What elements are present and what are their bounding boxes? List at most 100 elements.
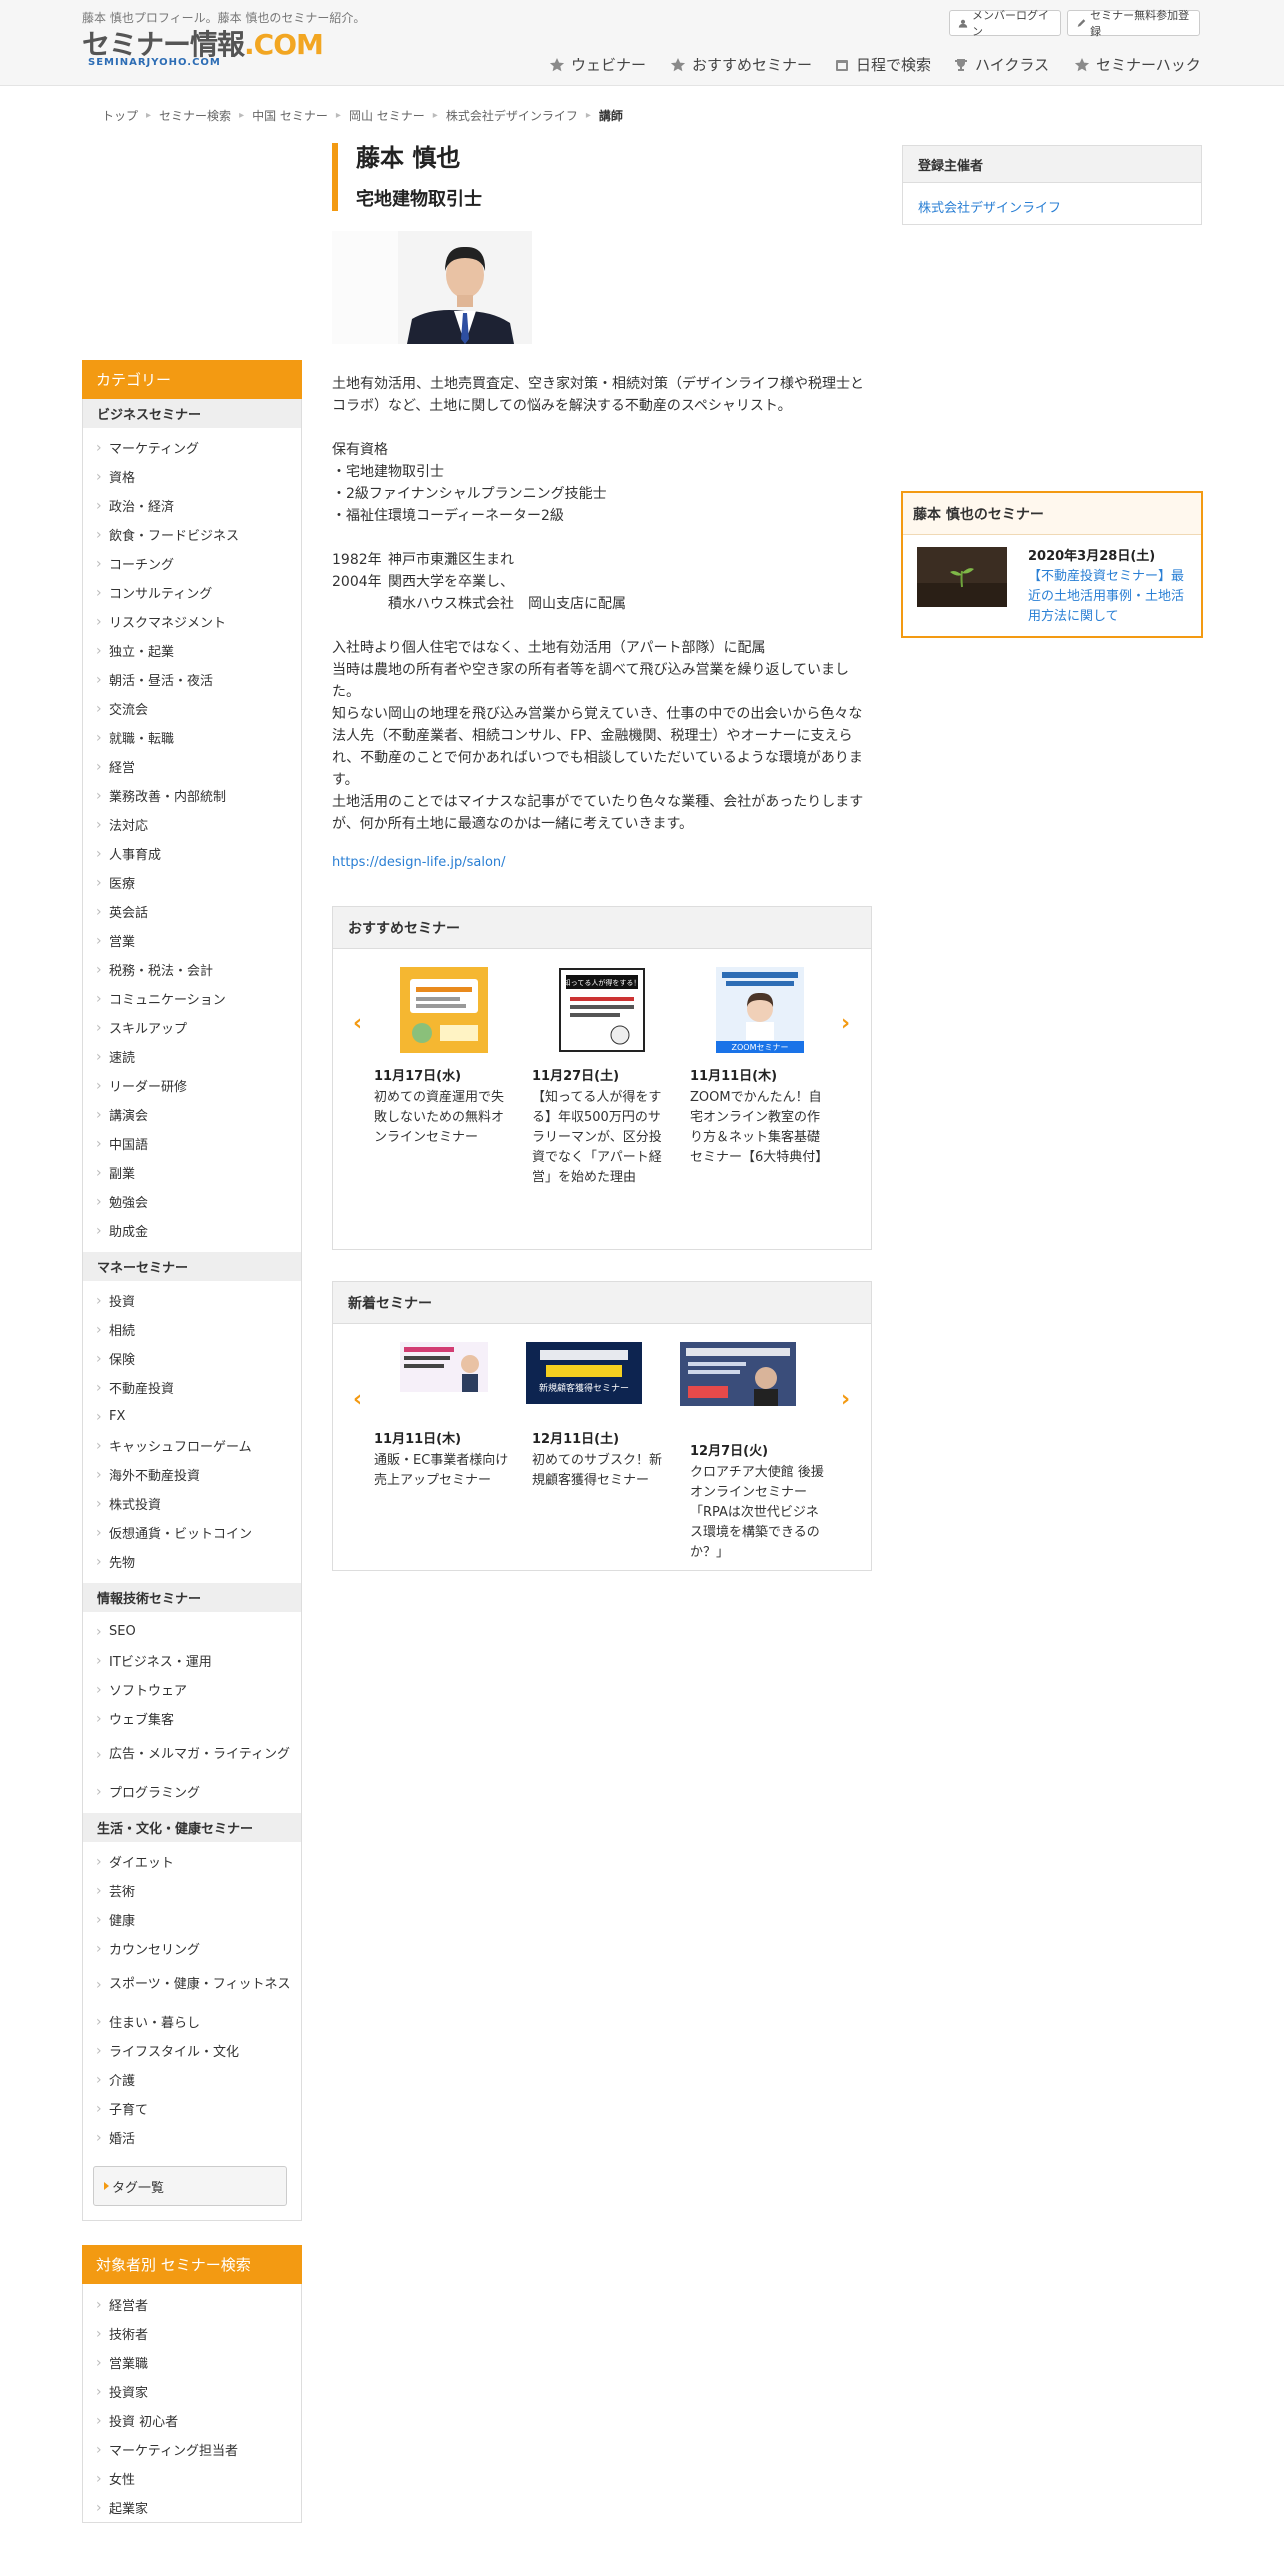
member-login-label: メンバーログイン (972, 9, 1049, 38)
category-item[interactable]: 人事育成 (83, 839, 301, 868)
category-item[interactable]: 交流会 (83, 694, 301, 723)
category-item[interactable]: 資格 (83, 462, 301, 491)
category-item[interactable]: 株式投資 (83, 1489, 301, 1518)
category-item[interactable]: 政治・経済 (83, 491, 301, 520)
breadcrumb-top[interactable]: トップ (102, 107, 138, 124)
new-seminar-card[interactable]: 12月7日(火) クロアチア大使館 後援 オンラインセミナー「RPAは次世代ビジ… (680, 1342, 830, 1560)
category-item[interactable]: リスクマネジメント (83, 607, 301, 636)
category-item[interactable]: 投資 (83, 1286, 301, 1315)
category-item[interactable]: 朝活・昼活・夜活 (83, 665, 301, 694)
category-item[interactable]: 法対応 (83, 810, 301, 839)
seminar-title-link[interactable]: 【不動産投資セミナー】最近の土地活用事例・土地活用方法に関して (1028, 569, 1184, 624)
category-item[interactable]: キャッシュフローゲーム (83, 1431, 301, 1460)
category-item[interactable]: カウンセリング (83, 1934, 301, 1963)
target-item[interactable]: 技術者 (83, 2319, 301, 2348)
breadcrumb-seminar-search[interactable]: セミナー検索 (159, 107, 231, 124)
category-item[interactable]: ライフスタイル・文化 (83, 2036, 301, 2065)
new-seminar-card[interactable]: 新規顧客獲得セミナー 12月11日(土) 初めてのサブスク！新規顧客獲得セミナー (526, 1342, 672, 1542)
category-item[interactable]: スポーツ・健康・フィットネス (83, 1963, 301, 2007)
category-item[interactable]: 広告・メルマガ・ライティング (83, 1733, 301, 1777)
category-item[interactable]: 経営 (83, 752, 301, 781)
category-item[interactable]: ウェブ集客 (83, 1704, 301, 1733)
category-item[interactable]: ダイエット (83, 1847, 301, 1876)
nav-recommended[interactable]: おすすめセミナー (670, 54, 812, 75)
category-item[interactable]: 相続 (83, 1315, 301, 1344)
target-item[interactable]: 起業家 (83, 2493, 301, 2522)
category-item[interactable]: FX (83, 1402, 301, 1431)
category-item[interactable]: 営業 (83, 926, 301, 955)
breadcrumb-company[interactable]: 株式会社デザインライフ (446, 107, 578, 124)
category-item[interactable]: 先物 (83, 1547, 301, 1576)
category-item[interactable]: コミュニケーション (83, 984, 301, 1013)
category-item[interactable]: スキルアップ (83, 1013, 301, 1042)
category-item[interactable]: 講演会 (83, 1100, 301, 1129)
category-item[interactable]: 独立・起業 (83, 636, 301, 665)
nav-highclass[interactable]: ハイクラス (953, 54, 1049, 75)
category-item[interactable]: 健康 (83, 1905, 301, 1934)
nav-schedule-search[interactable]: 日程で検索 (834, 54, 931, 75)
breadcrumb-chugoku[interactable]: 中国 セミナー (252, 107, 328, 124)
site-logo[interactable]: セミナー情報.COM SEMINARJYOHO.COM (82, 30, 324, 69)
target-item[interactable]: マーケティング担当者 (83, 2435, 301, 2464)
star-icon (670, 57, 686, 71)
target-item[interactable]: 経営者 (83, 2290, 301, 2319)
tag-list-button[interactable]: タグ一覧 (93, 2166, 287, 2206)
prev-arrow[interactable]: ‹ (353, 1389, 362, 1411)
target-item[interactable]: 女性 (83, 2464, 301, 2493)
category-item[interactable]: SEO (83, 1617, 301, 1646)
category-item[interactable]: 子育て (83, 2094, 301, 2123)
category-item[interactable]: 就職・転職 (83, 723, 301, 752)
organizer-link[interactable]: 株式会社デザインライフ (918, 201, 1061, 216)
history-row: 2004年 関西大学を卒業し、 (332, 571, 872, 593)
category-item[interactable]: 英会話 (83, 897, 301, 926)
category-item[interactable]: 仮想通貨・ビットコイン (83, 1518, 301, 1547)
category-item[interactable]: コーチング (83, 549, 301, 578)
category-item[interactable]: ソフトウェア (83, 1675, 301, 1704)
category-item[interactable]: 芸術 (83, 1876, 301, 1905)
category-item[interactable]: 中国語 (83, 1129, 301, 1158)
category-item[interactable]: 飲食・フードビジネス (83, 520, 301, 549)
category-item[interactable]: 婚活 (83, 2123, 301, 2152)
category-item[interactable]: 医療 (83, 868, 301, 897)
category-item[interactable]: 介護 (83, 2065, 301, 2094)
prev-arrow[interactable]: ‹ (353, 1013, 362, 1035)
nav-seminar-hack[interactable]: セミナーハック (1074, 54, 1201, 75)
category-item[interactable]: マーケティング (83, 433, 301, 462)
category-item[interactable]: 海外不動産投資 (83, 1460, 301, 1489)
category-item[interactable]: 速読 (83, 1042, 301, 1071)
category-item[interactable]: 不動産投資 (83, 1373, 301, 1402)
recommended-card[interactable]: 11月17日(水) 初めての資産運用で失敗しないための無料オンラインセミナー (374, 967, 514, 1148)
history-row: 1982年 神戸市東灘区生まれ (332, 549, 872, 571)
free-register-label: セミナー無料参加登録 (1090, 9, 1190, 38)
category-item[interactable]: リーダー研修 (83, 1071, 301, 1100)
new-seminar-card[interactable]: 11月11日(木) 通販・EC事業者様向け売上アップセミナー (374, 1342, 514, 1542)
category-item[interactable]: 住まい・暮らし (83, 2007, 301, 2036)
speaker-photo (332, 231, 532, 344)
speaker-seminar-item[interactable]: 2020年3月28日(土) 【不動産投資セミナー】最近の土地活用事例・土地活用方… (1028, 547, 1193, 627)
nav-label: セミナーハック (1096, 56, 1201, 74)
category-item[interactable]: 保険 (83, 1344, 301, 1373)
category-item[interactable]: ITビジネス・運用 (83, 1646, 301, 1675)
pencil-icon (1077, 18, 1086, 27)
recommended-card[interactable]: 知ってる人が得をする！ 11月27日(土) 【知ってる人が得をする】年収500万… (532, 967, 672, 1188)
nav-webinar[interactable]: ウェビナー (549, 54, 646, 75)
member-login-button[interactable]: メンバーログイン (949, 9, 1061, 38)
next-arrow[interactable]: › (841, 1013, 850, 1035)
recommended-card[interactable]: ZOOMセミナー 11月11日(木) ZOOMでかんたん！自宅オンライン教室の作… (690, 967, 830, 1168)
category-item[interactable]: 勉強会 (83, 1187, 301, 1216)
category-item[interactable]: 副業 (83, 1158, 301, 1187)
category-item[interactable]: 税務・税法・会計 (83, 955, 301, 984)
speaker-website-link[interactable]: https://design-life.jp/salon/ (332, 855, 506, 870)
breadcrumb-okayama[interactable]: 岡山 セミナー (349, 107, 425, 124)
category-item[interactable]: コンサルティング (83, 578, 301, 607)
category-item[interactable]: プログラミング (83, 1777, 301, 1806)
breadcrumb: トップ ▸ セミナー検索 ▸ 中国 セミナー ▸ 岡山 セミナー ▸ 株式会社デザインラ… (102, 107, 623, 124)
category-item[interactable]: 助成金 (83, 1216, 301, 1245)
seminar-thumbnail (917, 547, 1007, 607)
target-item[interactable]: 営業職 (83, 2348, 301, 2377)
target-item[interactable]: 投資家 (83, 2377, 301, 2406)
target-item[interactable]: 投資 初心者 (83, 2406, 301, 2435)
next-arrow[interactable]: › (841, 1389, 850, 1411)
category-item[interactable]: 業務改善・内部統制 (83, 781, 301, 810)
free-register-button[interactable]: セミナー無料参加登録 (1067, 9, 1200, 38)
